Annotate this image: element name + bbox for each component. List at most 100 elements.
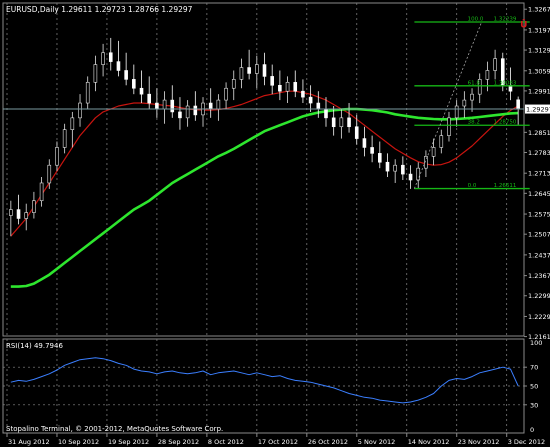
candle-body bbox=[39, 182, 44, 202]
candle-body bbox=[78, 102, 82, 119]
candle-body bbox=[431, 147, 436, 157]
time-axis-label: 19 Sep 2012 bbox=[108, 438, 149, 446]
candle-body bbox=[193, 105, 198, 116]
candle-body bbox=[231, 79, 236, 89]
candle-body bbox=[393, 164, 397, 172]
price-axis-label: 1.26450 bbox=[528, 190, 550, 198]
current-price-tag-label: 1.29297 bbox=[526, 105, 550, 113]
candle-body bbox=[24, 212, 29, 219]
candle-body bbox=[401, 164, 405, 175]
time-axis-label: 10 Sep 2012 bbox=[58, 438, 99, 446]
candle-body bbox=[262, 64, 267, 77]
candle-body bbox=[208, 102, 213, 110]
rsi-axis-label: 30 bbox=[530, 401, 538, 409]
symbol-ohlc-header: EURUSD,Daily 1.29611 1.29723 1.28766 1.2… bbox=[6, 5, 193, 14]
candle-body bbox=[55, 147, 59, 166]
candle-body bbox=[408, 173, 413, 181]
candle-body bbox=[285, 82, 290, 92]
candle-body bbox=[470, 93, 474, 101]
candle-body bbox=[93, 64, 98, 83]
price-axis-label: 1.31970 bbox=[528, 26, 550, 34]
chart-canvas: 100.0 1.32239 61.8 1.30083 38.2 1.28750 0.0 1.2… bbox=[0, 0, 550, 447]
candle-body bbox=[185, 105, 190, 119]
price-axis-label: 1.22990 bbox=[528, 292, 550, 300]
candle-body bbox=[216, 99, 221, 110]
candle-body bbox=[116, 61, 121, 71]
candle-body bbox=[16, 209, 21, 219]
candle-body bbox=[454, 105, 459, 119]
fibonacci-level-percent: 38.2 bbox=[468, 120, 480, 126]
candle-body bbox=[293, 82, 298, 92]
candle-body bbox=[485, 70, 490, 80]
candle-body bbox=[362, 138, 367, 148]
price-axis-label: 1.29910 bbox=[528, 87, 550, 95]
fibonacci-level-price: 1.32239 bbox=[494, 16, 517, 22]
price-axis-label: 1.24370 bbox=[528, 251, 550, 259]
copyright-footer: Stopalino Terminal, © 2001-2012, MetaQuo… bbox=[6, 425, 223, 433]
price-axis-label: 1.27830 bbox=[528, 149, 550, 157]
candle-body bbox=[308, 96, 313, 104]
candle-body bbox=[385, 161, 390, 172]
candle-body bbox=[324, 108, 328, 119]
rsi-header: RSI(14) 49.7946 bbox=[6, 342, 63, 350]
candle-body bbox=[139, 87, 144, 95]
candle-body bbox=[85, 82, 90, 104]
candle-body bbox=[132, 79, 136, 89]
rsi-axis-label: 0 bbox=[530, 426, 534, 434]
time-axis-label: 31 Aug 2012 bbox=[8, 438, 50, 446]
candle-body bbox=[270, 76, 274, 86]
candle-body bbox=[224, 87, 228, 101]
candle-body bbox=[370, 147, 374, 154]
candle-body bbox=[377, 153, 382, 163]
time-axis-label: 28 Sep 2012 bbox=[158, 438, 199, 446]
candle-body bbox=[447, 117, 451, 136]
price-axis-label: 1.28510 bbox=[528, 129, 550, 137]
fibonacci-level-percent: 0.0 bbox=[468, 183, 477, 189]
price-axis-label: 1.25750 bbox=[528, 211, 550, 219]
trading-terminal-window: 100.0 1.32239 61.8 1.30083 38.2 1.28750 0.0 1.2… bbox=[0, 0, 550, 447]
price-axis-label: 1.31290 bbox=[528, 47, 550, 55]
candle-body bbox=[316, 102, 321, 110]
candle-body bbox=[347, 117, 351, 128]
chart-background bbox=[0, 0, 550, 447]
time-axis-label: 23 Nov 2012 bbox=[458, 438, 500, 446]
price-axis-label: 1.23670 bbox=[528, 272, 550, 280]
candle-body bbox=[354, 126, 359, 139]
price-axis-label: 1.30590 bbox=[528, 67, 550, 75]
candle-body bbox=[155, 102, 159, 110]
time-axis-label: 5 Nov 2012 bbox=[358, 438, 396, 446]
rsi-axis-label: 100 bbox=[530, 339, 542, 347]
candle-body bbox=[239, 67, 244, 80]
candle-body bbox=[439, 135, 444, 148]
candle-body bbox=[70, 117, 75, 130]
candle-body bbox=[301, 90, 305, 98]
price-axis-label: 1.27130 bbox=[528, 170, 550, 178]
time-axis-label: 26 Oct 2012 bbox=[308, 438, 348, 446]
candle-body bbox=[124, 70, 128, 80]
fibonacci-level-percent: 100.0 bbox=[468, 16, 484, 22]
candle-body bbox=[416, 167, 421, 181]
candle-body bbox=[462, 99, 467, 107]
fibonacci-level-price: 1.28750 bbox=[494, 120, 517, 126]
candle-body bbox=[147, 93, 152, 104]
candle-body bbox=[101, 52, 105, 65]
candle-body bbox=[170, 99, 175, 113]
candle-body bbox=[108, 52, 113, 62]
rsi-axis-label: 70 bbox=[530, 364, 538, 372]
time-axis-label: 3 Dec 2012 bbox=[508, 438, 545, 446]
fibonacci-level-price: 1.30083 bbox=[494, 80, 517, 86]
candle-body bbox=[9, 209, 13, 216]
candle-body bbox=[255, 64, 259, 74]
time-axis-label: 14 Nov 2012 bbox=[408, 438, 450, 446]
price-axis-label: 1.32670 bbox=[528, 6, 550, 14]
candle-body bbox=[32, 200, 36, 213]
candle-body bbox=[331, 117, 336, 128]
current-price-tag: 1.29297 bbox=[525, 104, 550, 114]
fibonacci-level-price: 1.26611 bbox=[494, 183, 517, 189]
time-axis-label: 17 Oct 2012 bbox=[258, 438, 298, 446]
time-axis-label: 8 Oct 2012 bbox=[208, 438, 244, 446]
candle-body bbox=[247, 67, 251, 74]
fibonacci-level-percent: 61.8 bbox=[468, 80, 481, 86]
candle-body bbox=[162, 99, 167, 110]
price-axis-label: 1.25070 bbox=[528, 231, 550, 239]
